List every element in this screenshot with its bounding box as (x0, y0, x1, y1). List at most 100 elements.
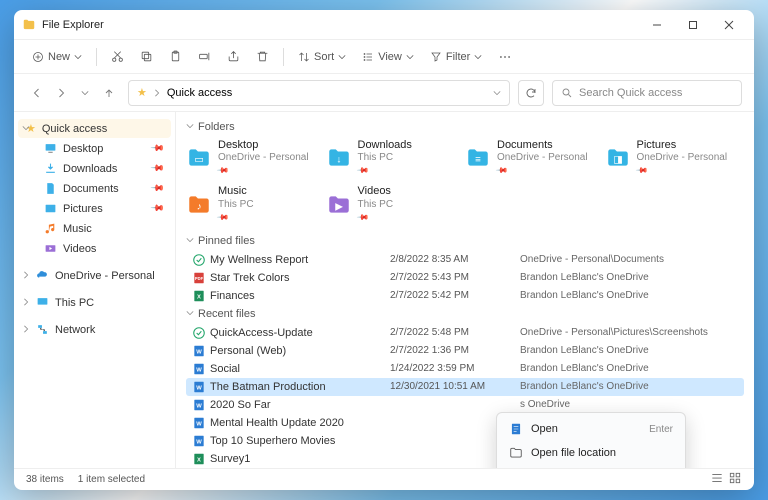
svg-text:▭: ▭ (194, 155, 203, 166)
sidebar-item-videos[interactable]: Videos (18, 239, 171, 258)
minimize-button[interactable] (640, 13, 674, 37)
folder-icon: ▶ (326, 192, 352, 218)
body: ★ Quick access Desktop📌 Downloads📌 Docum… (14, 112, 754, 468)
file-row[interactable]: WPersonal (Web)2/7/2022 1:36 PMBrandon L… (186, 342, 744, 360)
folder-item[interactable]: ◨PicturesOneDrive - Personal📌 (605, 137, 745, 179)
cut-button[interactable] (105, 46, 130, 67)
search-input[interactable]: Search Quick access (552, 80, 742, 106)
sidebar: ★ Quick access Desktop📌 Downloads📌 Docum… (14, 112, 176, 468)
file-icon: W (188, 434, 210, 448)
svg-text:↓: ↓ (336, 155, 341, 166)
search-placeholder: Search Quick access (579, 87, 682, 99)
sidebar-item-downloads[interactable]: Downloads📌 (18, 159, 171, 178)
copy-button[interactable] (134, 46, 159, 67)
svg-text:≡: ≡ (475, 155, 481, 166)
documents-icon (44, 182, 57, 195)
refresh-button[interactable] (518, 80, 544, 106)
navigation-bar: ★ Quick access Search Quick access (14, 74, 754, 112)
folder-item[interactable]: ♪MusicThis PC📌 (186, 183, 326, 225)
folder-icon: ▭ (186, 145, 212, 171)
sidebar-item-music[interactable]: Music (18, 219, 171, 238)
pin-icon: 📌 (150, 161, 166, 177)
folder-icon: ◨ (605, 145, 631, 171)
svg-text:W: W (196, 349, 202, 355)
sort-button[interactable]: Sort (292, 47, 352, 67)
file-icon: X (188, 289, 210, 303)
file-row[interactable]: QuickAccess-Update2/7/2022 5:48 PMOneDri… (186, 324, 744, 342)
chevron-down-icon (22, 123, 30, 135)
separator (283, 48, 284, 66)
separator (96, 48, 97, 66)
pin-icon: 📌 (216, 164, 230, 178)
filter-label: Filter (446, 51, 470, 63)
pin-icon: 📌 (356, 210, 370, 224)
file-row[interactable]: WThe Batman Production12/30/2021 10:51 A… (186, 378, 744, 396)
sidebar-onedrive[interactable]: OneDrive - Personal (18, 266, 171, 285)
chevron-right-icon (22, 324, 30, 336)
rename-button[interactable] (192, 46, 217, 67)
sidebar-item-desktop[interactable]: Desktop📌 (18, 139, 171, 158)
file-icon: W (188, 380, 210, 394)
filter-button[interactable]: Filter (424, 47, 488, 67)
chevron-down-icon (406, 53, 414, 61)
breadcrumb[interactable]: ★ Quick access (128, 80, 510, 106)
desktop-icon (44, 142, 57, 155)
back-button[interactable] (26, 82, 48, 104)
folders-grid: ▭DesktopOneDrive - Personal📌↓DownloadsTh… (186, 137, 744, 226)
sidebar-label: Quick access (42, 123, 107, 135)
folder-item[interactable]: ▶VideosThis PC📌 (326, 183, 466, 225)
context-menu: Open Enter Open file location Pin to Qui… (496, 412, 686, 468)
folders-header[interactable]: Folders (186, 118, 744, 137)
file-row[interactable]: My Wellness Report2/8/2022 8:35 AMOneDri… (186, 251, 744, 269)
sidebar-thispc[interactable]: This PC (18, 293, 171, 312)
context-pin[interactable]: Pin to Quick access (501, 465, 681, 468)
folder-item[interactable]: ▭DesktopOneDrive - Personal📌 (186, 137, 326, 179)
details-view-button[interactable] (710, 471, 724, 488)
file-icon: X (188, 452, 210, 466)
chevron-down-icon[interactable] (493, 89, 501, 97)
paste-button[interactable] (163, 46, 188, 67)
chevron-down-icon (74, 53, 82, 61)
maximize-button[interactable] (676, 13, 710, 37)
recent-dropdown[interactable] (74, 82, 96, 104)
folder-icon: ♪ (186, 192, 212, 218)
folder-item[interactable]: ≡DocumentsOneDrive - Personal📌 (465, 137, 605, 179)
file-row[interactable]: XFinances2/7/2022 5:42 PMBrandon LeBlanc… (186, 287, 744, 305)
status-items: 38 items (26, 474, 64, 485)
new-button[interactable]: New (26, 47, 88, 67)
chevron-right-icon (22, 297, 30, 309)
more-button[interactable] (492, 46, 518, 68)
close-button[interactable] (712, 13, 746, 37)
statusbar: 38 items 1 item selected (14, 468, 754, 490)
folder-icon: ↓ (326, 145, 352, 171)
file-row[interactable]: PDFStar Trek Colors2/7/2022 5:43 PMBrand… (186, 269, 744, 287)
sidebar-item-documents[interactable]: Documents📌 (18, 179, 171, 198)
svg-text:▶: ▶ (335, 201, 343, 212)
sidebar-quick-access[interactable]: ★ Quick access (18, 119, 171, 138)
chevron-right-icon (22, 270, 30, 282)
new-label: New (48, 51, 70, 63)
sidebar-item-pictures[interactable]: Pictures📌 (18, 199, 171, 218)
document-icon (509, 422, 523, 436)
folder-icon (509, 446, 523, 460)
view-button[interactable]: View (356, 47, 420, 67)
folder-item[interactable]: ↓DownloadsThis PC📌 (326, 137, 466, 179)
svg-text:W: W (196, 385, 202, 391)
forward-button[interactable] (50, 82, 72, 104)
context-open[interactable]: Open Enter (501, 417, 681, 441)
file-icon: W (188, 362, 210, 376)
up-button[interactable] (98, 82, 120, 104)
share-button[interactable] (221, 46, 246, 67)
recent-header[interactable]: Recent files (186, 305, 744, 324)
file-row[interactable]: WSocial1/24/2022 3:59 PMBrandon LeBlanc'… (186, 360, 744, 378)
music-icon (44, 222, 57, 235)
svg-text:♪: ♪ (197, 201, 202, 212)
pinned-header[interactable]: Pinned files (186, 232, 744, 251)
network-icon (36, 323, 49, 336)
grid-view-button[interactable] (728, 471, 742, 488)
delete-button[interactable] (250, 46, 275, 67)
view-label: View (378, 51, 402, 63)
sidebar-network[interactable]: Network (18, 320, 171, 339)
context-open-location[interactable]: Open file location (501, 441, 681, 465)
chevron-down-icon (186, 308, 194, 320)
